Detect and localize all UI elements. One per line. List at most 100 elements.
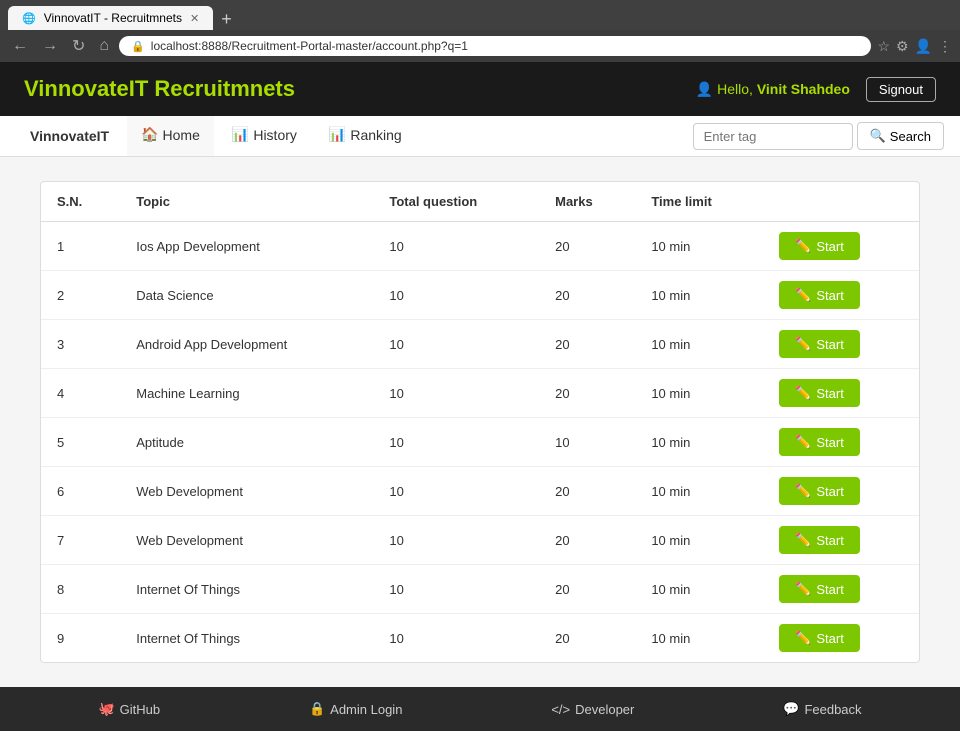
start-button[interactable]: ✏️ Start — [779, 624, 860, 652]
cell-total-question: 10 — [373, 614, 539, 663]
back-button[interactable]: ← — [8, 35, 32, 57]
account-icon[interactable]: 👤 — [915, 38, 932, 55]
cell-topic: Internet Of Things — [120, 565, 373, 614]
cell-total-question: 10 — [373, 418, 539, 467]
cell-sn: 8 — [41, 565, 120, 614]
admin-label: Admin Login — [330, 702, 402, 717]
start-button[interactable]: ✏️ Start — [779, 575, 860, 603]
cell-marks: 20 — [539, 320, 635, 369]
cell-sn: 7 — [41, 516, 120, 565]
browser-tab[interactable]: 🌐 VinnovatIT - Recruitmnets ✕ — [8, 6, 213, 30]
cell-action: ✏️ Start — [763, 369, 919, 418]
col-action — [763, 182, 919, 222]
cell-time-limit: 10 min — [635, 614, 763, 663]
cell-marks: 20 — [539, 369, 635, 418]
cell-time-limit: 10 min — [635, 565, 763, 614]
search-button[interactable]: 🔍 Search — [857, 122, 944, 150]
tag-input[interactable] — [693, 123, 853, 150]
cell-sn: 2 — [41, 271, 120, 320]
cell-time-limit: 10 min — [635, 516, 763, 565]
start-button[interactable]: ✏️ Start — [779, 281, 860, 309]
extensions-icon[interactable]: ⚙ — [896, 38, 909, 55]
nav-bar: VinnovateIT 🏠 Home 📊 History 📊 Ranking 🔍… — [0, 116, 960, 157]
home-button[interactable]: ⌂ — [95, 35, 113, 57]
github-link[interactable]: 🐙 GitHub — [98, 701, 160, 717]
search-icon: 🔍 — [870, 128, 886, 144]
cell-topic: Internet Of Things — [120, 614, 373, 663]
cell-marks: 20 — [539, 516, 635, 565]
cell-marks: 20 — [539, 614, 635, 663]
cell-action: ✏️ Start — [763, 516, 919, 565]
cell-topic: Ios App Development — [120, 222, 373, 271]
developer-label: Developer — [575, 702, 634, 717]
nav-item-ranking[interactable]: 📊 Ranking — [315, 116, 416, 156]
start-button[interactable]: ✏️ Start — [779, 477, 860, 505]
forward-button[interactable]: → — [38, 35, 62, 57]
cell-topic: Web Development — [120, 516, 373, 565]
menu-icon[interactable]: ⋮ — [938, 38, 952, 55]
new-tab-button[interactable]: + — [213, 9, 240, 30]
ranking-icon: 📊 — [329, 126, 346, 143]
col-time-limit: Time limit — [635, 182, 763, 222]
cell-marks: 20 — [539, 467, 635, 516]
start-icon: ✏️ — [795, 483, 811, 499]
nav-ranking-label: Ranking — [350, 127, 401, 143]
nav-history-label: History — [253, 127, 297, 143]
feedback-link[interactable]: 💬 Feedback — [783, 701, 861, 717]
home-icon: 🏠 — [141, 126, 158, 143]
start-button[interactable]: ✏️ Start — [779, 232, 860, 260]
developer-icon: </> — [551, 702, 570, 717]
admin-icon: 🔒 — [309, 701, 325, 717]
cell-action: ✏️ Start — [763, 271, 919, 320]
cell-sn: 3 — [41, 320, 120, 369]
cell-action: ✏️ Start — [763, 565, 919, 614]
tab-close-icon[interactable]: ✕ — [190, 12, 199, 25]
cell-marks: 20 — [539, 271, 635, 320]
cell-sn: 9 — [41, 614, 120, 663]
header-right: 👤 Hello, Vinit Shahdeo Signout — [696, 77, 936, 102]
cell-total-question: 10 — [373, 565, 539, 614]
address-bar[interactable]: 🔒 localhost:8888/Recruitment-Portal-mast… — [119, 36, 871, 56]
cell-time-limit: 10 min — [635, 467, 763, 516]
start-icon: ✏️ — [795, 238, 811, 254]
table-row: 2 Data Science 10 20 10 min ✏️ Start — [41, 271, 919, 320]
cell-total-question: 10 — [373, 320, 539, 369]
cell-time-limit: 10 min — [635, 418, 763, 467]
start-button[interactable]: ✏️ Start — [779, 379, 860, 407]
start-button[interactable]: ✏️ Start — [779, 526, 860, 554]
cell-total-question: 10 — [373, 271, 539, 320]
history-icon: 📊 — [232, 126, 249, 143]
start-icon: ✏️ — [795, 385, 811, 401]
developer-link[interactable]: </> Developer — [551, 702, 634, 717]
table-row: 8 Internet Of Things 10 20 10 min ✏️ Sta… — [41, 565, 919, 614]
signout-button[interactable]: Signout — [866, 77, 936, 102]
nav-item-home[interactable]: 🏠 Home — [127, 116, 214, 156]
start-icon: ✏️ — [795, 630, 811, 646]
cell-topic: Data Science — [120, 271, 373, 320]
app-header: VinnovateIT Recruitmnets 👤 Hello, Vinit … — [0, 62, 960, 116]
cell-topic: Machine Learning — [120, 369, 373, 418]
table-row: 3 Android App Development 10 20 10 min ✏… — [41, 320, 919, 369]
feedback-icon: 💬 — [783, 701, 799, 717]
user-greeting: 👤 Hello, Vinit Shahdeo — [696, 81, 850, 98]
quiz-table-container: S.N. Topic Total question Marks Time lim… — [40, 181, 920, 663]
start-button[interactable]: ✏️ Start — [779, 428, 860, 456]
cell-total-question: 10 — [373, 467, 539, 516]
start-button[interactable]: ✏️ Start — [779, 330, 860, 358]
table-row: 7 Web Development 10 20 10 min ✏️ Start — [41, 516, 919, 565]
table-row: 5 Aptitude 10 10 10 min ✏️ Start — [41, 418, 919, 467]
cell-topic: Aptitude — [120, 418, 373, 467]
reload-button[interactable]: ↻ — [68, 34, 89, 58]
bookmark-icon[interactable]: ☆ — [877, 38, 890, 55]
cell-time-limit: 10 min — [635, 320, 763, 369]
lock-icon: 🔒 — [131, 40, 145, 53]
start-icon: ✏️ — [795, 581, 811, 597]
admin-link[interactable]: 🔒 Admin Login — [309, 701, 402, 717]
user-icon: 👤 — [696, 81, 717, 97]
start-icon: ✏️ — [795, 434, 811, 450]
col-sn: S.N. — [41, 182, 120, 222]
nav-search-area: 🔍 Search — [693, 122, 944, 150]
tab-title: VinnovatIT - Recruitmnets — [44, 11, 182, 25]
cell-topic: Web Development — [120, 467, 373, 516]
nav-item-history[interactable]: 📊 History — [218, 116, 311, 156]
